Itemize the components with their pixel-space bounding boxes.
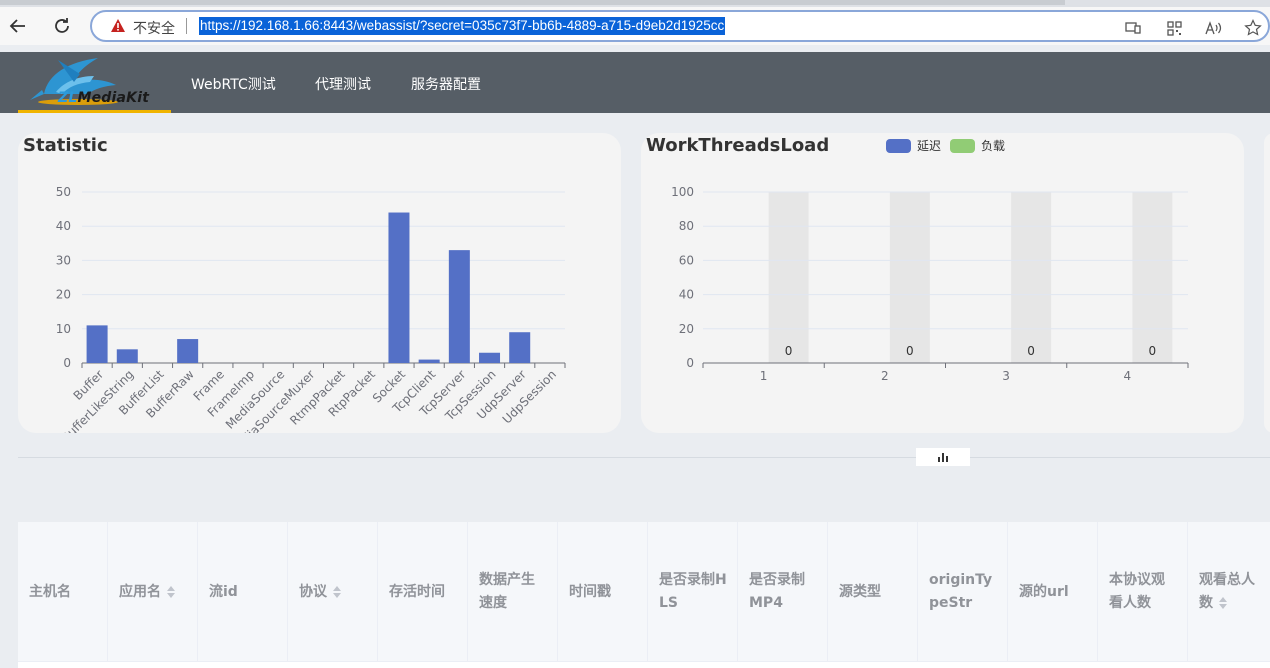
zlmediakit-logo[interactable]: ZLMediaKit <box>18 52 171 113</box>
y-tick-label: 0 <box>63 356 71 370</box>
app-header: ZLMediaKit WebRTC测试 代理测试 服务器配置 <box>0 52 1270 113</box>
column-header-label: 是否录制MP4 <box>749 572 805 611</box>
x-tick-label: 2 <box>881 369 889 383</box>
workthreads-card: WorkThreadsLoad 延迟 负载 0 20 40 60 80 100 1 0 2 0 3 0… <box>641 133 1244 433</box>
toggle-charts-button[interactable] <box>916 448 970 466</box>
column-header: 是否录制HLS <box>648 522 738 662</box>
column-header-label: 源的url <box>1019 583 1069 600</box>
y-tick-label: 10 <box>56 322 71 336</box>
column-header: originTypeStr <box>918 522 1008 662</box>
y-tick-label: 0 <box>686 356 694 370</box>
bar-Socket[interactable] <box>388 212 410 363</box>
favorite-star-icon[interactable] <box>1242 17 1264 39</box>
bar-background <box>889 192 930 363</box>
y-tick-label: 100 <box>671 185 694 199</box>
y-tick-label: 30 <box>56 253 71 267</box>
x-tick-label: 3 <box>1002 369 1010 383</box>
column-header-label: 数据产生速度 <box>479 572 535 611</box>
reload-icon[interactable] <box>50 14 74 38</box>
y-tick-label: 60 <box>679 253 694 267</box>
column-header-label: 流id <box>209 583 238 600</box>
insecure-label[interactable]: 不安全 <box>133 18 175 38</box>
active-menu-underline <box>18 110 171 113</box>
section-divider <box>18 457 1270 458</box>
column-header: 数据产生速度 <box>468 522 558 662</box>
logo-zl: ZL <box>58 90 78 106</box>
column-header-label: 应用名 <box>119 581 175 604</box>
y-tick-label: 40 <box>56 219 71 233</box>
browser-toolbar: 不安全 https://192.168.1.66:8443/webassist/… <box>0 7 1270 45</box>
column-header-label: 协议 <box>299 581 341 604</box>
bar-data-label: 0 <box>906 344 914 358</box>
column-header: 源类型 <box>828 522 918 662</box>
menu-server-config[interactable]: 服务器配置 <box>411 74 481 94</box>
y-tick-label: 80 <box>679 219 694 233</box>
column-header[interactable]: 协议 <box>288 522 378 662</box>
column-header-label: 时间戳 <box>569 583 611 600</box>
third-card-edge <box>1264 133 1270 433</box>
sort-caret-icon[interactable] <box>333 585 341 598</box>
bar-BufferRaw[interactable] <box>177 339 199 363</box>
active-tab[interactable] <box>0 0 1065 5</box>
column-header-label: originTypeStr <box>929 572 993 611</box>
x-tick-label: 4 <box>1124 369 1132 383</box>
column-header[interactable]: 观看总人数 <box>1188 522 1270 662</box>
menu-webrtc-test[interactable]: WebRTC测试 <box>191 74 276 94</box>
bar-data-label: 0 <box>1149 344 1157 358</box>
y-tick-label: 50 <box>56 185 71 199</box>
column-header-label: 源类型 <box>839 583 881 600</box>
column-header: 本协议观看人数 <box>1098 522 1188 662</box>
menu-proxy-test[interactable]: 代理测试 <box>315 74 371 94</box>
column-header: 流id <box>198 522 288 662</box>
url-text[interactable]: https://192.168.1.66:8443/webassist/?sec… <box>199 17 726 35</box>
warning-icon[interactable] <box>110 18 126 34</box>
column-header: 源的url <box>1008 522 1098 662</box>
bar-BufferLikeString[interactable] <box>116 349 138 363</box>
app-available-icon[interactable] <box>1122 17 1144 39</box>
bar-TcpClient[interactable] <box>418 359 440 363</box>
sort-caret-icon[interactable] <box>167 585 175 598</box>
bar-UdpServer[interactable] <box>509 332 531 363</box>
column-header-label: 主机名 <box>29 583 71 600</box>
column-header-label: 存活时间 <box>389 583 445 600</box>
tab-strip <box>0 0 1270 7</box>
column-header: 时间戳 <box>558 522 648 662</box>
table-header-row: 主机名 应用名 流id 协议 存活时间 数据产生速度 时间戳 是否录制HLS 是否录制MP4 源类… <box>18 522 1270 662</box>
stream-table: 主机名 应用名 流id 协议 存活时间 数据产生速度 时间戳 是否录制HLS 是否录制MP4 源类… <box>18 522 1270 668</box>
sort-caret-icon[interactable] <box>1219 597 1227 609</box>
x-tick-label: 1 <box>760 369 768 383</box>
logo-text: ZLMediaKit <box>58 90 149 106</box>
statistic-card: Statistic 0 10 20 30 40 50 Buffer BufferLikeStr… <box>18 133 621 433</box>
address-separator <box>186 18 187 34</box>
address-bar[interactable]: 不安全 https://192.168.1.66:8443/webassist/… <box>90 10 1270 42</box>
column-header[interactable]: 应用名 <box>108 522 198 662</box>
bar-Buffer[interactable] <box>86 325 108 363</box>
y-tick-label: 40 <box>679 288 694 302</box>
back-icon[interactable] <box>6 14 30 38</box>
column-header-label: 观看总人数 <box>1199 572 1255 611</box>
bar-data-label: 0 <box>785 344 793 358</box>
statistic-chart[interactable]: 01020304050BufferBufferLikeStringBufferL… <box>18 133 621 433</box>
bar-background <box>1011 192 1052 363</box>
bar-background <box>768 192 809 363</box>
y-tick-label: 20 <box>679 322 694 336</box>
bar-TcpSession[interactable] <box>479 352 501 363</box>
bar-chart-icon <box>938 453 948 462</box>
column-header: 主机名 <box>18 522 108 662</box>
column-header-label: 是否录制HLS <box>659 572 727 611</box>
read-aloud-icon[interactable] <box>1203 17 1225 39</box>
column-header: 是否录制MP4 <box>738 522 828 662</box>
column-header-label: 本协议观看人数 <box>1109 572 1165 611</box>
bar-background <box>1132 192 1173 363</box>
bar-TcpServer[interactable] <box>448 250 470 363</box>
logo-mediakit: MediaKit <box>77 90 150 106</box>
workthreads-chart[interactable]: 02040608010010203040 <box>641 133 1244 433</box>
column-header: 存活时间 <box>378 522 468 662</box>
y-tick-label: 20 <box>56 288 71 302</box>
qr-code-icon[interactable] <box>1163 17 1185 39</box>
bar-data-label: 0 <box>1027 344 1035 358</box>
